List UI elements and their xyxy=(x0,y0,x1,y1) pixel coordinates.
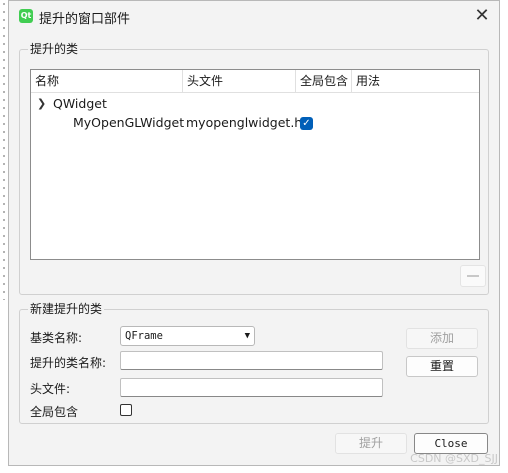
tree-header: 名称 头文件 全局包含 用法 xyxy=(31,70,479,93)
group-title: 新建提升的类 xyxy=(28,300,105,317)
chevron-down-icon[interactable]: ❯ xyxy=(37,94,46,114)
global-include-checkbox[interactable] xyxy=(120,404,132,416)
promoted-classes-tree[interactable]: 名称 头文件 全局包含 用法 ❯ QWidget MyOpenGLWidget … xyxy=(30,69,480,260)
add-button[interactable]: 添加 xyxy=(406,328,478,349)
tree-item-name: MyOpenGLWidget xyxy=(73,115,185,130)
remove-button[interactable] xyxy=(460,265,486,287)
qt-logo-icon: Qt xyxy=(19,9,33,23)
base-class-value: QFrame xyxy=(125,330,163,342)
global-include-checkbox[interactable]: ✓ xyxy=(300,117,313,130)
column-header-header-file[interactable]: 头文件 xyxy=(183,70,296,92)
background-dot-grid xyxy=(0,0,8,300)
tree-item-name: QWidget xyxy=(53,96,107,111)
tree-row[interactable]: ❯ QWidget xyxy=(31,94,479,114)
column-header-global-include[interactable]: 全局包含 xyxy=(296,70,352,92)
window-title: 提升的窗口部件 xyxy=(39,12,131,27)
tree-row[interactable]: MyOpenGLWidget myopenglwidget.h ✓ xyxy=(31,113,479,133)
promoted-name-label: 提升的类名称: xyxy=(30,356,107,370)
promote-button[interactable]: 提升 xyxy=(335,433,407,454)
column-header-usage[interactable]: 用法 xyxy=(352,70,481,92)
watermark: CSDN @SXD_SJJ xyxy=(410,452,498,465)
dropdown-arrow-icon: ▼ xyxy=(244,331,250,341)
promoted-classes-group: 提升的类 名称 头文件 全局包含 用法 ❯ QWidget MyOpenGLWi… xyxy=(19,40,489,295)
group-title: 提升的类 xyxy=(28,40,81,57)
new-promoted-class-group: 新建提升的类 基类名称: QFrame ▼ 提升的类名称: 头文件: 全局包含 … xyxy=(19,300,489,424)
header-file-label: 头文件: xyxy=(30,382,71,396)
base-class-label: 基类名称: xyxy=(30,331,83,345)
base-class-combobox[interactable]: QFrame ▼ xyxy=(120,326,255,346)
close-button[interactable]: Close xyxy=(414,433,488,454)
minus-icon xyxy=(467,275,479,277)
title-bar: Qt 提升的窗口部件 ✕ xyxy=(9,1,499,31)
column-header-name[interactable]: 名称 xyxy=(31,70,183,92)
reset-button[interactable]: 重置 xyxy=(406,356,478,377)
header-file-input[interactable] xyxy=(120,378,383,397)
close-icon[interactable]: ✕ xyxy=(471,5,493,27)
promoted-name-input[interactable] xyxy=(120,351,383,370)
global-include-label: 全局包含 xyxy=(30,405,79,419)
tree-item-header-file: myopenglwidget.h xyxy=(186,115,303,130)
dialog-window: Qt 提升的窗口部件 ✕ 提升的类 名称 头文件 全局包含 用法 ❯ QWidg… xyxy=(8,0,500,466)
